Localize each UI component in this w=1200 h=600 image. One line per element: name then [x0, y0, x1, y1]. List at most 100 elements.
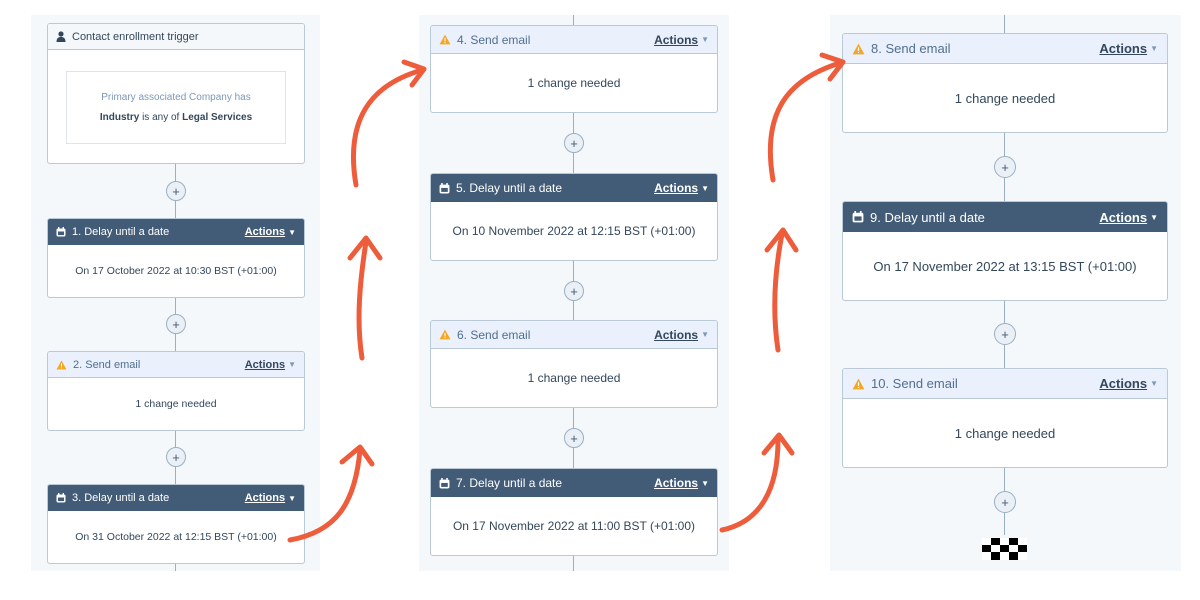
actions-menu[interactable]: Actions	[245, 492, 285, 504]
filter-property: Industry	[99, 112, 140, 123]
chevron-down-icon[interactable]: ▼	[701, 479, 709, 488]
step-card-8[interactable]: 8. Send email Actions ▼ 1 change needed	[842, 33, 1168, 133]
person-icon	[56, 31, 66, 42]
step-body: 1 change needed	[527, 76, 621, 90]
step-header: 10. Send email Actions ▼	[843, 369, 1167, 399]
step-body: On 31 October 2022 at 12:15 BST (+01:00)	[75, 531, 277, 543]
step-title: 5. Delay until a date	[456, 181, 563, 195]
warning-icon	[439, 34, 451, 45]
step-body: On 10 November 2022 at 12:15 BST (+01:00…	[452, 224, 696, 238]
trigger-title: Contact enrollment trigger	[72, 30, 199, 43]
chevron-down-icon[interactable]: ▼	[288, 360, 296, 369]
flow-arrowhead	[764, 227, 799, 253]
step-body: On 17 November 2022 at 13:15 BST (+01:00…	[873, 258, 1137, 274]
step-card-10[interactable]: 10. Send email Actions ▼ 1 change needed	[842, 368, 1168, 468]
step-title: 7. Delay until a date	[456, 476, 563, 490]
add-action-button[interactable]: +	[166, 447, 186, 467]
step-body: 1 change needed	[954, 425, 1056, 441]
step-title: 8. Send email	[871, 41, 951, 56]
step-header: 1. Delay until a date Actions ▼	[48, 219, 304, 245]
step-title: 6. Send email	[457, 327, 531, 342]
enrollment-trigger-card[interactable]: Contact enrollment trigger Primary assoc…	[47, 23, 305, 164]
step-body: On 17 November 2022 at 11:00 BST (+01:00…	[452, 519, 696, 533]
filter-condition: Industry is any of Legal Services	[100, 112, 252, 123]
step-title: 4. Send email	[457, 32, 531, 47]
actions-menu[interactable]: Actions	[1099, 41, 1147, 56]
chevron-down-icon[interactable]: ▼	[1150, 213, 1158, 222]
calendar-icon	[56, 227, 66, 237]
chevron-down-icon[interactable]: ▼	[288, 494, 296, 503]
add-action-button[interactable]: +	[564, 133, 584, 153]
flow-arrow	[719, 437, 781, 533]
add-action-button[interactable]: +	[166, 314, 186, 334]
step-header: 9. Delay until a date Actions ▼	[843, 202, 1167, 232]
chevron-down-icon[interactable]: ▼	[701, 35, 709, 44]
filter-value: Legal Services	[182, 112, 253, 123]
add-action-button[interactable]: +	[994, 491, 1016, 513]
warning-icon	[852, 43, 865, 55]
flow-arrow	[356, 239, 369, 361]
step-card-5[interactable]: 5. Delay until a date Actions ▼ On 10 No…	[430, 173, 718, 261]
warning-icon	[439, 329, 451, 340]
step-title: 9. Delay until a date	[870, 209, 985, 225]
actions-menu[interactable]: Actions	[245, 359, 285, 371]
step-card-4[interactable]: 4. Send email Actions ▼ 1 change needed	[430, 25, 718, 113]
step-header: 4. Send email Actions ▼	[431, 26, 717, 54]
step-header: 2. Send email Actions ▼	[48, 352, 304, 378]
chevron-down-icon[interactable]: ▼	[288, 228, 296, 237]
calendar-icon	[852, 211, 864, 223]
step-header: 3. Delay until a date Actions ▼	[48, 485, 304, 511]
actions-menu[interactable]: Actions	[1099, 210, 1147, 225]
warning-icon	[56, 360, 67, 370]
step-title: 10. Send email	[871, 376, 958, 391]
actions-menu[interactable]: Actions	[654, 181, 698, 195]
step-card-3[interactable]: 3. Delay until a date Actions ▼ On 31 Oc…	[47, 484, 305, 564]
step-card-2[interactable]: 2. Send email Actions ▼ 1 change needed	[47, 351, 305, 431]
step-card-9[interactable]: 9. Delay until a date Actions ▼ On 17 No…	[842, 201, 1168, 301]
calendar-icon	[56, 493, 66, 503]
add-action-button[interactable]: +	[994, 156, 1016, 178]
warning-icon	[852, 378, 865, 390]
step-body: 1 change needed	[527, 371, 621, 385]
filter-operator: is any of	[142, 112, 180, 123]
step-header: 5. Delay until a date Actions ▼	[431, 174, 717, 202]
step-card-7[interactable]: 7. Delay until a date Actions ▼ On 17 No…	[430, 468, 718, 556]
actions-menu[interactable]: Actions	[654, 328, 698, 342]
actions-menu[interactable]: Actions	[654, 476, 698, 490]
calendar-icon	[439, 182, 450, 194]
chevron-down-icon[interactable]: ▼	[701, 330, 709, 339]
chevron-down-icon[interactable]: ▼	[1150, 379, 1158, 388]
step-card-6[interactable]: 6. Send email Actions ▼ 1 change needed	[430, 320, 718, 408]
actions-menu[interactable]: Actions	[1099, 376, 1147, 391]
chevron-down-icon[interactable]: ▼	[1150, 44, 1158, 53]
flow-arrow	[772, 231, 785, 353]
actions-menu[interactable]: Actions	[654, 33, 698, 47]
trigger-filter[interactable]: Primary associated Company has Industry …	[66, 71, 286, 144]
trigger-header: Contact enrollment trigger	[48, 24, 304, 50]
flow-arrowhead	[761, 432, 795, 456]
step-card-1[interactable]: 1. Delay until a date Actions ▼ On 17 Oc…	[47, 218, 305, 298]
step-header: 7. Delay until a date Actions ▼	[431, 469, 717, 497]
add-action-button[interactable]: +	[564, 428, 584, 448]
flow-arrow	[350, 67, 425, 188]
step-header: 6. Send email Actions ▼	[431, 321, 717, 349]
workflow-column-2: 4. Send email Actions ▼ 1 change needed …	[419, 15, 729, 571]
chevron-down-icon[interactable]: ▼	[701, 184, 709, 193]
add-action-button[interactable]: +	[166, 181, 186, 201]
step-title: 3. Delay until a date	[72, 492, 170, 504]
filter-description: Primary associated Company has	[101, 92, 251, 103]
workflow-column-1: Contact enrollment trigger Primary assoc…	[31, 15, 320, 571]
step-header: 8. Send email Actions ▼	[843, 34, 1167, 64]
add-action-button[interactable]: +	[564, 281, 584, 301]
step-body: 1 change needed	[135, 398, 217, 410]
calendar-icon	[439, 477, 450, 489]
checkered-flag-icon	[982, 538, 1027, 560]
step-body: 1 change needed	[954, 90, 1056, 106]
add-action-button[interactable]: +	[994, 323, 1016, 345]
step-body: On 17 October 2022 at 10:30 BST (+01:00)	[75, 265, 277, 277]
flow-arrowhead	[339, 444, 375, 467]
flow-arrowhead	[347, 235, 383, 261]
workflow-column-3: 8. Send email Actions ▼ 1 change needed …	[830, 15, 1181, 571]
actions-menu[interactable]: Actions	[245, 226, 285, 238]
step-title: 1. Delay until a date	[72, 226, 170, 238]
